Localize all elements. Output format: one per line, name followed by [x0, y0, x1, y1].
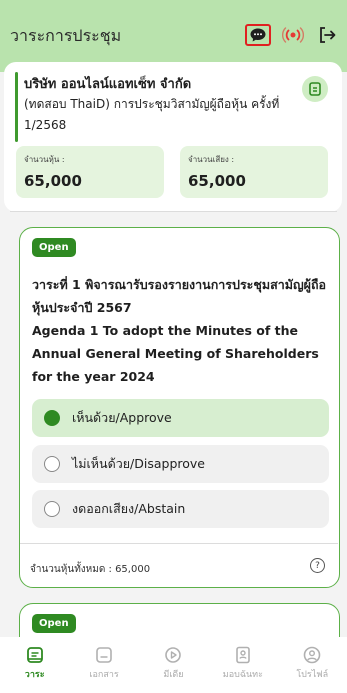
divider	[10, 211, 337, 212]
nav-item-proxy[interactable]: มอบฉันทะ	[213, 645, 273, 681]
accent-bar	[15, 72, 18, 142]
help-icon[interactable]: ?	[310, 558, 325, 573]
votes-label: จำนวนเสียง :	[188, 155, 235, 164]
shares-value: 65,000	[24, 172, 82, 190]
agenda-title-th: วาระที่ 1 พิจารณารับรองรายงานการประชุมสา…	[32, 277, 327, 315]
nav-item-profile[interactable]: โปรไฟล์	[282, 645, 342, 681]
nav-label: วาระ	[24, 670, 45, 680]
votes-stat: จำนวนเสียง : 65,000	[180, 146, 328, 198]
company-name: บริษัท ออนไลน์แอทเซ็ท จำกัด	[24, 77, 192, 92]
vote-option-disapprove[interactable]: ไม่เห็นด้วย/Disapprove	[32, 445, 329, 483]
card-divider	[20, 543, 338, 544]
radio-icon	[44, 501, 60, 517]
radio-icon	[44, 456, 60, 472]
agenda-card: Open วาระที่ 1 พิจารณารับรองรายงานการประ…	[19, 227, 340, 588]
nav-label: โปรไฟล์	[296, 670, 329, 680]
agenda-title-en: Agenda 1 To adopt the Minutes of the Ann…	[32, 323, 319, 384]
page-title: วาระการประชุม	[10, 26, 122, 45]
nav-label: มอบฉันทะ	[222, 670, 263, 680]
company-card: บริษัท ออนไลน์แอทเซ็ท จำกัด (ทดสอบ ThaiD…	[4, 62, 342, 212]
logout-icon[interactable]	[315, 23, 339, 47]
media-icon	[165, 647, 182, 663]
status-badge: Open	[32, 238, 76, 257]
radio-icon	[44, 410, 60, 426]
vote-option-abstain[interactable]: งดออกเสียง/Abstain	[32, 490, 329, 528]
total-shares: จำนวนหุ้นทั้งหมด : 65,000	[30, 564, 151, 575]
chat-icon[interactable]	[245, 24, 271, 46]
agenda-icon	[26, 647, 43, 663]
nav-item-agenda[interactable]: วาระ	[5, 645, 65, 681]
proxy-icon	[236, 646, 250, 664]
shares-stat: จำนวนหุ้น : 65,000	[16, 146, 164, 198]
status-badge: Open	[32, 614, 76, 633]
nav-label: เอกสาร	[89, 670, 119, 680]
votes-value: 65,000	[188, 172, 246, 190]
bottom-nav: วาระ เอกสาร มีเดีย มอบฉันทะ โปรไฟล์	[0, 637, 347, 693]
profile-icon	[303, 646, 321, 664]
option-label: ไม่เห็นด้วย/Disapprove	[72, 456, 205, 471]
shares-label: จำนวนหุ้น :	[24, 155, 65, 164]
document-icon	[309, 82, 321, 96]
agenda-title: วาระที่ 1 พิจารณารับรองรายงานการประชุมสา…	[32, 273, 332, 388]
live-broadcast-icon[interactable]	[281, 23, 305, 47]
document-icon	[96, 647, 112, 663]
option-label: เห็นด้วย/Approve	[72, 410, 172, 425]
nav-item-media[interactable]: มีเดีย	[143, 645, 203, 681]
meeting-name: (ทดสอบ ThaiD) การประชุมวิสามัญผู้ถือหุ้น…	[24, 97, 280, 132]
vote-option-approve[interactable]: เห็นด้วย/Approve	[32, 399, 329, 437]
document-button[interactable]	[302, 76, 328, 102]
nav-item-documents[interactable]: เอกสาร	[74, 645, 134, 681]
nav-label: มีเดีย	[163, 670, 184, 680]
option-label: งดออกเสียง/Abstain	[72, 501, 186, 516]
